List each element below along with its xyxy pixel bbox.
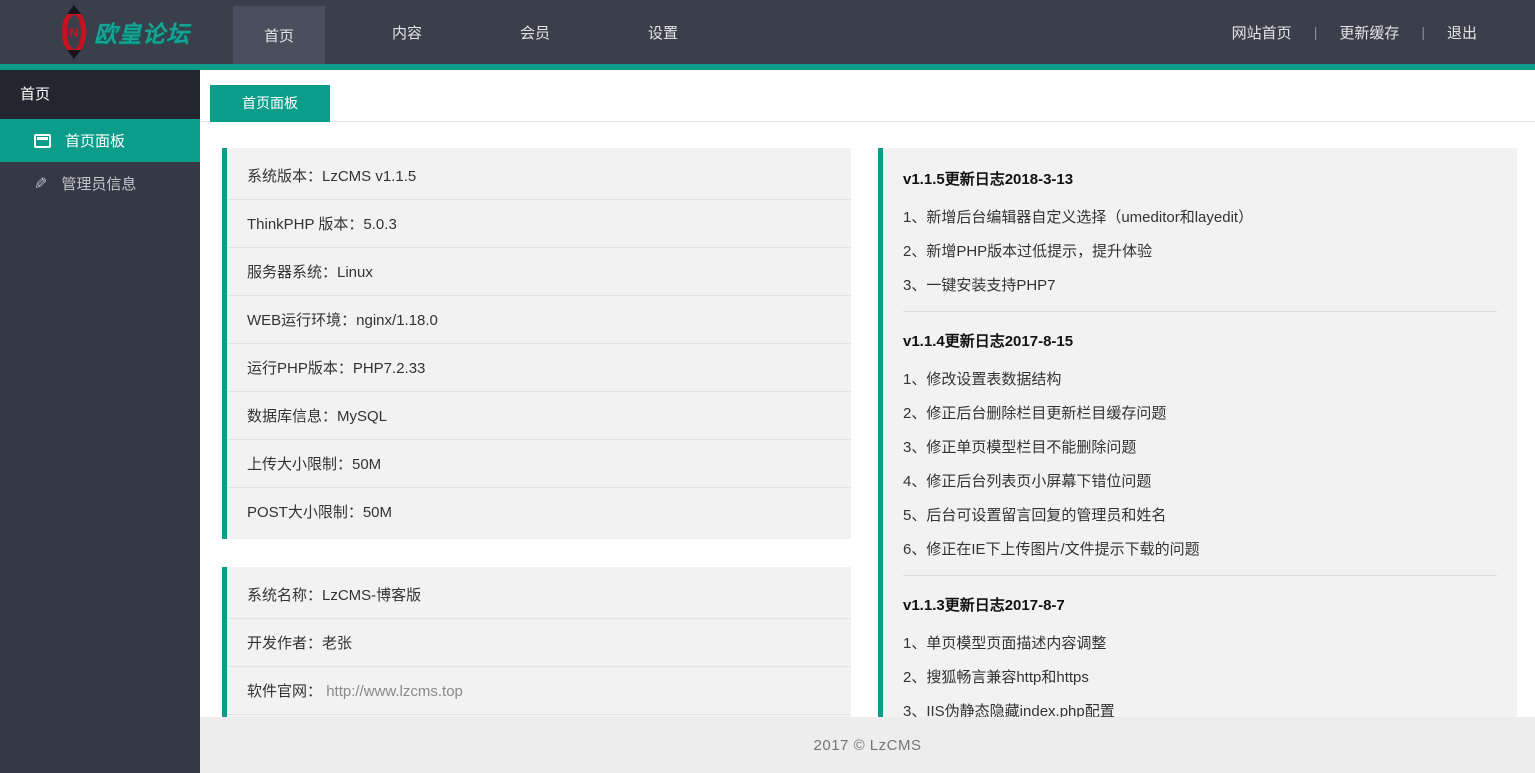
logout-link[interactable]: 退出 <box>1447 22 1477 43</box>
main-nav: 首页 内容 会员 设置 <box>215 0 727 64</box>
navbar-quick-links: 网站首页 | 更新缓存 | 退出 <box>1232 0 1535 64</box>
changelog-item: 6、修正在IE下上传图片/文件提示下载的问题 <box>903 541 1200 558</box>
changelog-section: v1.1.4更新日志2017-8-15 1、修改设置表数据结构 2、修正后台删除… <box>903 312 1497 576</box>
about-row: 软件官网： http://www.lzcms.top <box>227 667 851 715</box>
changelog-title: v1.1.4更新日志2017-8-15 <box>903 333 1074 350</box>
admin-app: N 欧皇论坛 首页 内容 会员 设置 网站首页 | 更新缓存 | 退出 首页 首… <box>0 0 1535 773</box>
system-info-row: POST大小限制：50M <box>247 504 393 521</box>
about-row-label: 软件官网： <box>247 683 323 700</box>
separator: | <box>1421 24 1425 40</box>
about-row: 系统名称：LzCMS-博客版 <box>227 571 851 619</box>
tab-bar: 首页面板 <box>200 70 1535 122</box>
changelog-section: v1.1.3更新日志2017-8-7 1、单页模型页面描述内容调整 2、搜狐畅言… <box>903 576 1497 717</box>
nav-item-settings[interactable]: 设置 <box>599 0 727 64</box>
changelog-item: 2、修正后台删除栏目更新栏目缓存问题 <box>903 405 1167 422</box>
window-icon <box>34 133 51 148</box>
nav-item-home[interactable]: 首页 <box>233 6 325 64</box>
changelog-item: 4、修正后台列表页小屏幕下错位问题 <box>903 473 1152 490</box>
logo[interactable]: N 欧皇论坛 <box>0 0 215 64</box>
changelog-item: 3、修正单页模型栏目不能删除问题 <box>903 439 1137 456</box>
main-content: 首页面板 系统版本：LzCMS v1.1.5 ThinkPHP 版本：5.0.3… <box>200 70 1535 773</box>
sidebar-item-label: 首页面板 <box>65 133 126 150</box>
system-info-panel: 系统版本：LzCMS v1.1.5 ThinkPHP 版本：5.0.3 服务器系… <box>222 148 851 539</box>
system-info-row: 服务器系统：Linux <box>227 248 851 296</box>
system-info-row: 系统版本：LzCMS v1.1.5 <box>227 152 851 200</box>
changelog-item: 5、后台可设置留言回复的管理员和姓名 <box>903 507 1167 524</box>
refresh-cache-link[interactable]: 更新缓存 <box>1339 22 1399 43</box>
logo-text: 欧皇论坛 <box>94 21 190 47</box>
system-info-row: 运行PHP版本：PHP7.2.33 <box>227 344 851 392</box>
pencil-icon: ✎ <box>34 175 48 193</box>
nav-item-members[interactable]: 会员 <box>471 0 599 64</box>
changelog-item: 1、新增后台编辑器自定义选择（umeditor和layedit） <box>903 209 1254 226</box>
separator: | <box>1313 24 1318 40</box>
sidebar-header: 首页 <box>0 70 200 119</box>
left-column: 系统版本：LzCMS v1.1.5 ThinkPHP 版本：5.0.3 服务器系… <box>222 148 851 717</box>
sidebar: 首页 首页面板 ✎ 管理员信息 <box>0 70 200 773</box>
content-area: 系统版本：LzCMS v1.1.5 ThinkPHP 版本：5.0.3 服务器系… <box>200 122 1535 717</box>
changelog-section: v1.1.5更新日志2018-3-13 1、新增后台编辑器自定义选择（umedi… <box>903 150 1497 312</box>
system-info-row: 上传大小限制：50M <box>227 440 851 488</box>
changelog-item: 2、新增PHP版本过低提示，提升体验 <box>903 243 1153 260</box>
changelog-title: v1.1.3更新日志2017-8-7 <box>903 597 1065 614</box>
changelog-item: 1、单页模型页面描述内容调整 <box>903 635 1107 652</box>
changelog-item: 2、搜狐畅言兼容http和https <box>903 669 1089 686</box>
right-column: v1.1.5更新日志2018-3-13 1、新增后台编辑器自定义选择（umedi… <box>878 148 1517 717</box>
page-footer: 2017 © LzCMS <box>200 717 1535 773</box>
changelog-title: v1.1.5更新日志2018-3-13 <box>903 171 1074 188</box>
sidebar-item-label: 管理员信息 <box>61 176 137 193</box>
site-home-link[interactable]: 网站首页 <box>1232 22 1292 43</box>
changelog-item: 1、修改设置表数据结构 <box>903 371 1062 388</box>
changelog-item: 3、一键安装支持PHP7 <box>903 277 1056 294</box>
logo-icon: N <box>62 10 86 54</box>
nav-item-content[interactable]: 内容 <box>343 0 471 64</box>
tab-home-panel[interactable]: 首页面板 <box>210 85 330 122</box>
top-navbar: N 欧皇论坛 首页 内容 会员 设置 网站首页 | 更新缓存 | 退出 <box>0 0 1535 64</box>
system-info-row: WEB运行环境：nginx/1.18.0 <box>227 296 851 344</box>
system-info-row: 数据库信息：MySQL <box>227 392 851 440</box>
copyright-text: 2017 © LzCMS <box>813 736 922 754</box>
about-panel: 系统名称：LzCMS-博客版 开发作者：老张 软件官网： http://www.… <box>222 567 851 717</box>
official-site-link[interactable]: http://www.lzcms.top <box>326 683 463 700</box>
system-info-row: ThinkPHP 版本：5.0.3 <box>227 200 851 248</box>
sidebar-item-home-panel[interactable]: 首页面板 <box>0 119 200 162</box>
changelog-panel: v1.1.5更新日志2018-3-13 1、新增后台编辑器自定义选择（umedi… <box>878 148 1517 717</box>
changelog-item: 3、IIS伪静态隐藏index.php配置 <box>903 703 1115 717</box>
sidebar-item-admin-info[interactable]: ✎ 管理员信息 <box>0 162 200 205</box>
about-row: 开发作者：老张 <box>227 619 851 667</box>
